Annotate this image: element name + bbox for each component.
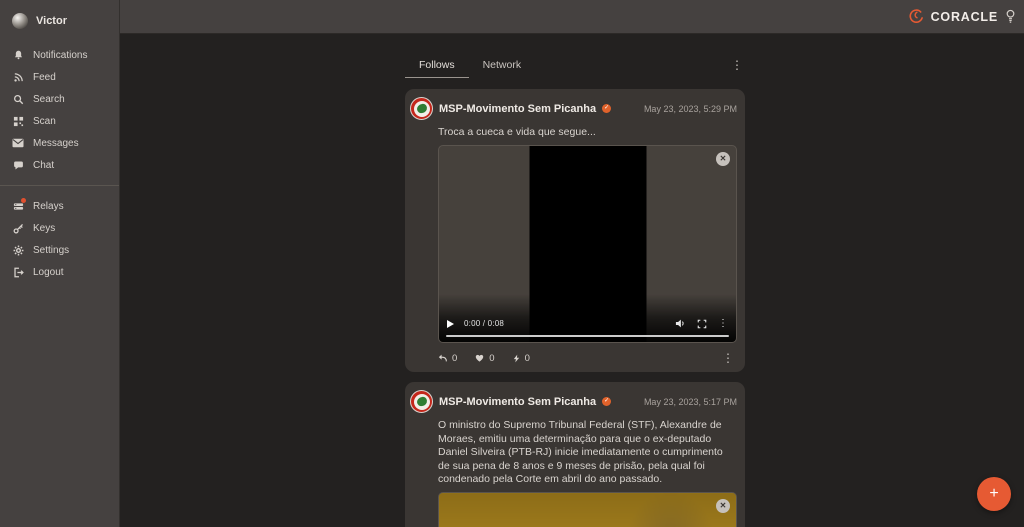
play-icon[interactable] [447,319,454,328]
sidebar-item-settings[interactable]: Settings [0,239,119,261]
video-player[interactable]: ✕ 0:00 / 0:08 ⋮ [438,144,737,343]
sidebar-item-label: Chat [33,159,55,171]
feed-column: Follows Network ⋮ MSP-Movimento Sem Pica… [405,34,745,527]
sidebar-item-feed[interactable]: Feed [0,66,119,88]
video-options-kebab-icon[interactable]: ⋮ [718,318,728,329]
post-card: MSP-Movimento Sem Picanha ✓ May 23, 2023… [405,89,745,372]
key-icon [12,222,24,234]
sidebar-profile[interactable]: Victor [0,0,119,29]
relay-server-icon [12,198,26,212]
author-avatar[interactable] [410,390,433,413]
author-name[interactable]: MSP-Movimento Sem Picanha [439,396,596,408]
qr-scan-icon [12,115,24,127]
topbar: CORACLE [120,0,1024,34]
video-time: 0:00 / 0:08 [464,319,505,328]
verified-badge-icon: ✓ [602,104,612,113]
gear-icon [12,244,24,256]
post-text: Troca a cueca e vida que segue... [438,126,596,138]
sidebar-item-notifications[interactable]: Notifications [0,44,119,66]
logout-icon [12,266,24,278]
sidebar-item-label: Messages [33,137,79,149]
volume-icon[interactable] [675,318,686,329]
sidebar-divider [0,185,119,186]
envelope-icon [12,137,24,149]
author-avatar[interactable] [410,97,433,120]
author-name[interactable]: MSP-Movimento Sem Picanha [439,103,596,115]
sidebar-item-scan[interactable]: Scan [0,110,119,132]
theme-lightbulb-icon[interactable] [1005,9,1016,24]
sidebar-item-keys[interactable]: Keys [0,217,119,239]
sidebar-item-label: Logout [33,266,64,278]
user-avatar [12,13,28,29]
photo-background [439,492,736,527]
sidebar-item-chat[interactable]: Chat [0,154,119,176]
post-options-kebab-icon[interactable]: ⋮ [722,352,737,364]
sidebar-item-label: Keys [33,222,56,234]
post-reactions: 0 0 0 ⋮ [437,351,737,366]
sidebar: Victor Notifications Feed Search Scan Me… [0,0,120,527]
sidebar-item-search[interactable]: Search [0,88,119,110]
sidebar-item-messages[interactable]: Messages [0,132,119,154]
sidebar-item-relays[interactable]: Relays [0,195,119,217]
zap-button[interactable]: 0 [512,353,530,364]
sidebar-item-logout[interactable]: Logout [0,261,119,283]
feed-options-kebab-icon[interactable]: ⋮ [731,59,745,71]
sidebar-item-label: Settings [33,244,70,256]
search-icon [12,93,24,105]
close-media-icon[interactable]: ✕ [716,498,730,513]
post-header: MSP-Movimento Sem Picanha ✓ May 23, 2023… [410,97,737,120]
like-count: 0 [489,352,495,364]
post-timestamp: May 23, 2023, 5:29 PM [643,103,737,114]
tab-follows[interactable]: Follows [405,52,469,78]
relay-notification-dot [21,198,26,203]
coracle-phoenix-logo-icon [907,8,924,25]
post-card: MSP-Movimento Sem Picanha ✓ May 23, 2023… [405,382,745,527]
main-content: Follows Network ⋮ MSP-Movimento Sem Pica… [120,34,1024,527]
zap-count: 0 [524,352,530,364]
post-image[interactable]: ✕ [438,491,737,527]
post-text: O ministro do Supremo Tribunal Federal (… [438,419,723,485]
video-controls: 0:00 / 0:08 ⋮ [439,293,736,342]
bell-icon [12,49,24,61]
sidebar-item-label: Notifications [33,49,88,61]
sidebar-item-label: Search [33,93,65,105]
brand-title: CORACLE [930,9,998,24]
sidebar-nav-primary: Notifications Feed Search Scan Messages … [0,44,119,176]
rss-icon [12,71,24,83]
feed-tabs: Follows Network ⋮ [405,52,745,78]
close-media-icon[interactable]: ✕ [716,151,730,166]
fullscreen-icon[interactable] [697,319,707,329]
sidebar-nav-secondary: Relays Keys Settings Logout [0,195,119,283]
post-header: MSP-Movimento Sem Picanha ✓ May 23, 2023… [410,390,737,413]
post-timestamp: May 23, 2023, 5:17 PM [643,396,737,407]
sidebar-item-label: Scan [33,115,56,127]
app-window: Victor Notifications Feed Search Scan Me… [0,0,1024,527]
chat-bubble-icon [12,159,24,171]
verified-badge-icon: ✓ [602,397,612,406]
sidebar-item-label: Feed [33,71,56,83]
new-note-fab-button[interactable]: + [977,477,1011,511]
sidebar-item-label: Relays [33,200,64,212]
reply-button[interactable]: 0 [437,353,457,364]
like-button[interactable]: 0 [474,352,495,364]
reply-count: 0 [452,352,458,364]
tab-network[interactable]: Network [469,52,536,78]
user-name: Victor [36,15,67,27]
video-progress-bar[interactable] [446,334,729,337]
